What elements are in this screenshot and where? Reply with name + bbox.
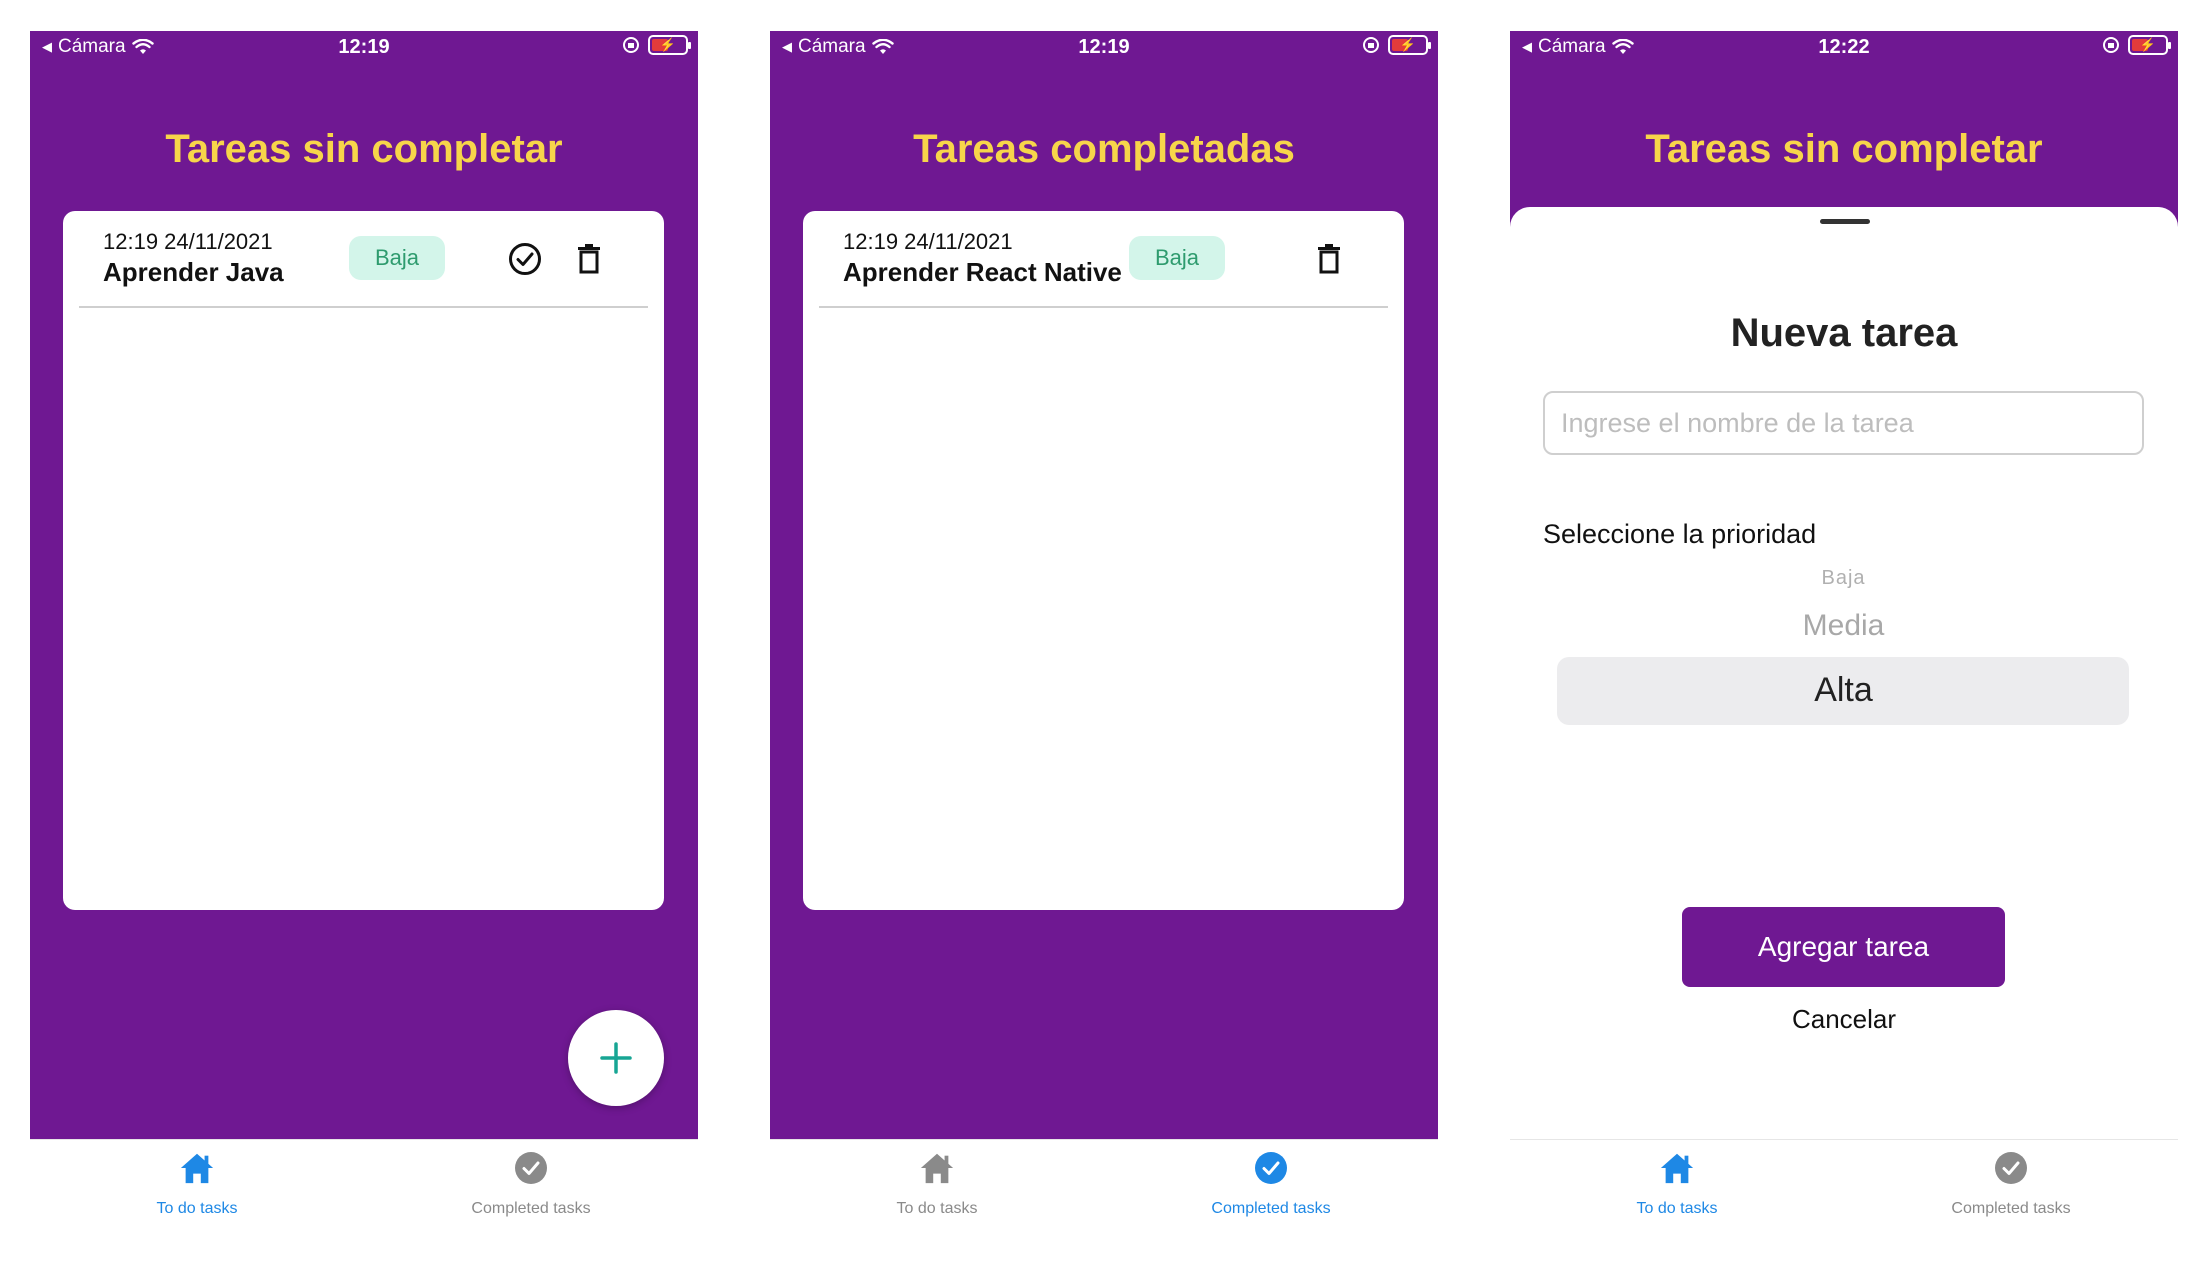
home-icon xyxy=(919,1150,955,1186)
orientation-lock-icon xyxy=(623,37,639,53)
trash-icon xyxy=(578,244,600,274)
orientation-lock-icon xyxy=(1363,37,1379,53)
screen-new-task-modal: ◀ Cámara 12:22 ⚡ Tareas sin completar Nu… xyxy=(1510,31,2178,1263)
complete-task-button[interactable] xyxy=(505,239,545,279)
home-icon xyxy=(179,1150,215,1186)
priority-badge: Baja xyxy=(1129,236,1225,280)
orientation-lock-icon xyxy=(2103,37,2119,53)
tab-todo[interactable]: To do tasks xyxy=(1510,1140,1844,1230)
tab-label: Completed tasks xyxy=(471,1200,591,1217)
screen-completed-tasks: ◀ Cámara 12:19 ⚡ Tareas completadas 12:1… xyxy=(770,31,1438,1263)
tab-bar: To do tasks Completed tasks xyxy=(770,1139,1438,1263)
picker-option-media[interactable]: Media xyxy=(1543,609,2144,643)
task-list: 12:19 24/11/2021 Aprender React Native B… xyxy=(803,211,1404,910)
status-bar: ◀ Cámara 12:22 ⚡ xyxy=(1510,31,2178,65)
task-date: 12:19 24/11/2021 xyxy=(843,229,1013,254)
tab-todo[interactable]: To do tasks xyxy=(30,1140,364,1230)
tab-label: To do tasks xyxy=(896,1200,978,1217)
home-icon xyxy=(1659,1150,1695,1186)
task-list: 12:19 24/11/2021 Aprender Java Baja xyxy=(63,211,664,910)
status-time: 12:22 xyxy=(1818,36,1870,58)
tab-completed[interactable]: Completed tasks xyxy=(1104,1140,1438,1230)
battery-icon: ⚡ xyxy=(1388,35,1431,55)
check-circle-filled-icon xyxy=(1253,1150,1289,1186)
page-title: Tareas sin completar xyxy=(165,127,563,171)
tab-label: Completed tasks xyxy=(1951,1200,2071,1217)
task-date: 12:19 24/11/2021 xyxy=(103,229,273,254)
new-task-sheet: Nueva tarea Seleccione la prioridad Baja… xyxy=(1510,207,2178,1139)
add-task-button[interactable] xyxy=(568,1010,664,1106)
priority-label: Seleccione la prioridad xyxy=(1543,519,1817,549)
trash-icon xyxy=(1318,244,1340,274)
add-task-submit-button[interactable]: Agregar tarea xyxy=(1682,907,2005,987)
task-name: Aprender React Native xyxy=(843,257,1122,287)
screen-incomplete-tasks: ◀ Cámara 12:19 ⚡ Tareas sin completar 12… xyxy=(30,31,698,1263)
tab-bar: To do tasks Completed tasks xyxy=(1510,1139,2178,1263)
priority-picker[interactable]: Baja Media Alta xyxy=(1543,567,2144,727)
status-bar: ◀ Cámara 12:19 ⚡ xyxy=(30,31,698,65)
delete-task-button[interactable] xyxy=(1309,239,1349,279)
page-title: Tareas sin completar xyxy=(1645,127,2043,171)
battery-icon: ⚡ xyxy=(648,35,691,55)
sheet-drag-handle[interactable] xyxy=(1820,219,1870,224)
tab-label: To do tasks xyxy=(156,1200,238,1217)
task-row: 12:19 24/11/2021 Aprender Java Baja xyxy=(79,211,648,308)
tab-completed[interactable]: Completed tasks xyxy=(364,1140,698,1230)
check-circle-filled-icon xyxy=(513,1150,549,1186)
plus-icon xyxy=(600,1042,632,1074)
tab-label: Completed tasks xyxy=(1211,1200,1331,1217)
tab-completed[interactable]: Completed tasks xyxy=(1844,1140,2178,1230)
status-time: 12:19 xyxy=(338,36,390,58)
tab-label: To do tasks xyxy=(1636,1200,1718,1217)
status-bar: ◀ Cámara 12:19 ⚡ xyxy=(770,31,1438,65)
status-time: 12:19 xyxy=(1078,36,1130,58)
check-circle-icon xyxy=(509,243,541,275)
tab-todo[interactable]: To do tasks xyxy=(770,1140,1104,1230)
page-title: Tareas completadas xyxy=(913,127,1295,171)
modal-title: Nueva tarea xyxy=(1730,311,1958,355)
task-name-input[interactable] xyxy=(1543,391,2144,455)
delete-task-button[interactable] xyxy=(569,239,609,279)
task-name: Aprender Java xyxy=(103,257,284,287)
battery-icon: ⚡ xyxy=(2128,35,2171,55)
task-row: 12:19 24/11/2021 Aprender React Native B… xyxy=(819,211,1388,308)
priority-badge: Baja xyxy=(349,236,445,280)
picker-option-alta[interactable]: Alta xyxy=(1543,671,2144,710)
cancel-button[interactable]: Cancelar xyxy=(1510,1004,2178,1035)
check-circle-filled-icon xyxy=(1993,1150,2029,1186)
tab-bar: To do tasks Completed tasks xyxy=(30,1139,698,1263)
picker-option-baja[interactable]: Baja xyxy=(1543,567,2144,590)
